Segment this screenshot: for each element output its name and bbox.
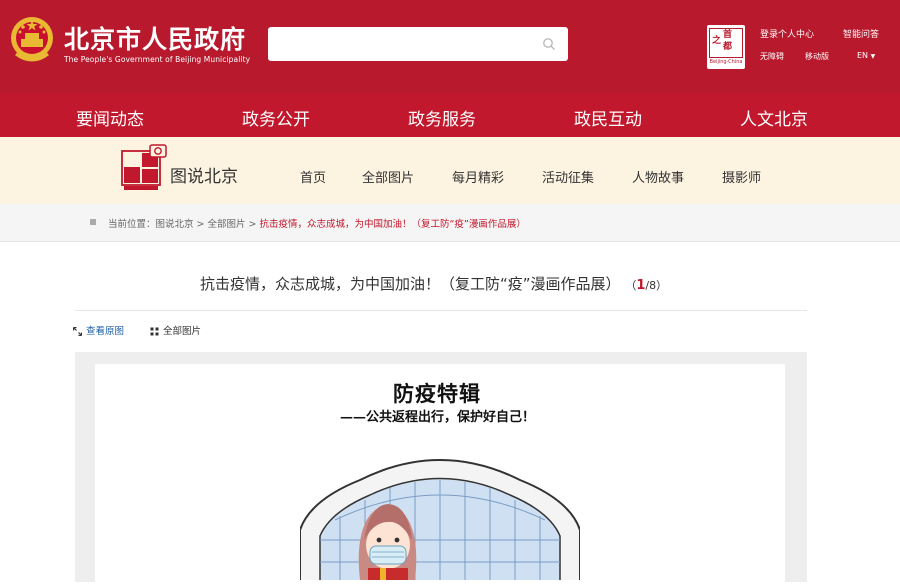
- page-total: /8）: [645, 279, 668, 292]
- capital-logo-char: 都: [723, 42, 733, 52]
- main-nav: 要闻动态 政务公开 政务服务 政民互动 人文北京: [0, 93, 900, 137]
- language-label: EN: [857, 51, 869, 60]
- comic-title: 防疫特辑: [393, 381, 481, 406]
- national-emblem-icon[interactable]: [8, 14, 56, 66]
- subnav-home[interactable]: 首页: [300, 167, 326, 186]
- subnav-monthly[interactable]: 每月精彩: [452, 167, 504, 186]
- site-subtitle: The People's Government of Beijing Munic…: [64, 55, 251, 64]
- breadcrumb-current: 抗击疫情，众志成城，为中国加油！（复工防“疫”漫画作品展）: [259, 219, 526, 230]
- subnav-photographers[interactable]: 摄影师: [722, 167, 761, 186]
- article-title-text: 抗击疫情，众志成城，为中国加油！（复工防“疫”漫画作品展）: [200, 275, 621, 293]
- nav-item-open-gov[interactable]: 政务公开: [242, 105, 310, 130]
- mobile-link[interactable]: 移动版: [805, 51, 829, 62]
- expand-icon: [73, 327, 82, 336]
- search-box[interactable]: [268, 27, 568, 61]
- breadcrumb-path[interactable]: 当前位置：图说北京 > 全部图片 >: [108, 219, 260, 230]
- capital-logo-text: Beijing·China: [709, 59, 743, 65]
- subnav-events[interactable]: 活动征集: [542, 167, 594, 186]
- smart-qa-link[interactable]: 智能问答: [843, 27, 879, 40]
- page-open: （: [625, 279, 637, 292]
- nav-item-services[interactable]: 政务服务: [408, 105, 476, 130]
- capital-logo-char: 之: [712, 36, 722, 46]
- breadcrumb-bullet: [90, 219, 96, 225]
- grid-icon: [150, 327, 159, 336]
- view-original-button[interactable]: 查看原图: [73, 323, 124, 337]
- nav-item-news[interactable]: 要闻动态: [76, 105, 144, 130]
- search-icon[interactable]: [542, 37, 556, 51]
- subnav-people[interactable]: 人物故事: [632, 167, 684, 186]
- nav-item-interaction[interactable]: 政民互动: [574, 105, 642, 130]
- nav-item-humanities[interactable]: 人文北京: [740, 105, 808, 130]
- language-switch[interactable]: EN ▼: [857, 51, 875, 60]
- article-title: 抗击疫情，众志成城，为中国加油！（复工防“疫”漫画作品展） （1/8）: [200, 273, 667, 294]
- chevron-down-icon: ▼: [870, 53, 876, 60]
- all-images-button[interactable]: 全部图片: [150, 323, 201, 337]
- view-original-label: 查看原图: [86, 326, 125, 337]
- login-link[interactable]: 登录个人中心: [760, 27, 814, 40]
- capital-logo[interactable]: 之 首 都 Beijing·China: [707, 25, 745, 69]
- all-images-label: 全部图片: [163, 326, 202, 337]
- comic-subtitle: ——公共返程出行，保护好自己！: [340, 410, 536, 425]
- page-indicator: （1/8）: [625, 278, 668, 293]
- title-divider: [75, 310, 807, 311]
- accessibility-link[interactable]: 无障碍: [760, 51, 784, 62]
- site-title[interactable]: 北京市人民政府: [64, 20, 246, 56]
- comic-illustration: [300, 459, 580, 580]
- capital-logo-char: 首: [723, 30, 733, 40]
- section-title[interactable]: 图说北京: [170, 162, 238, 187]
- subnav-all-images[interactable]: 全部图片: [362, 167, 414, 186]
- breadcrumb: 当前位置：图说北京 > 全部图片 > 抗击疫情，众志成城，为中国加油！（复工防“…: [108, 216, 526, 230]
- tushuo-logo-icon[interactable]: [120, 143, 172, 193]
